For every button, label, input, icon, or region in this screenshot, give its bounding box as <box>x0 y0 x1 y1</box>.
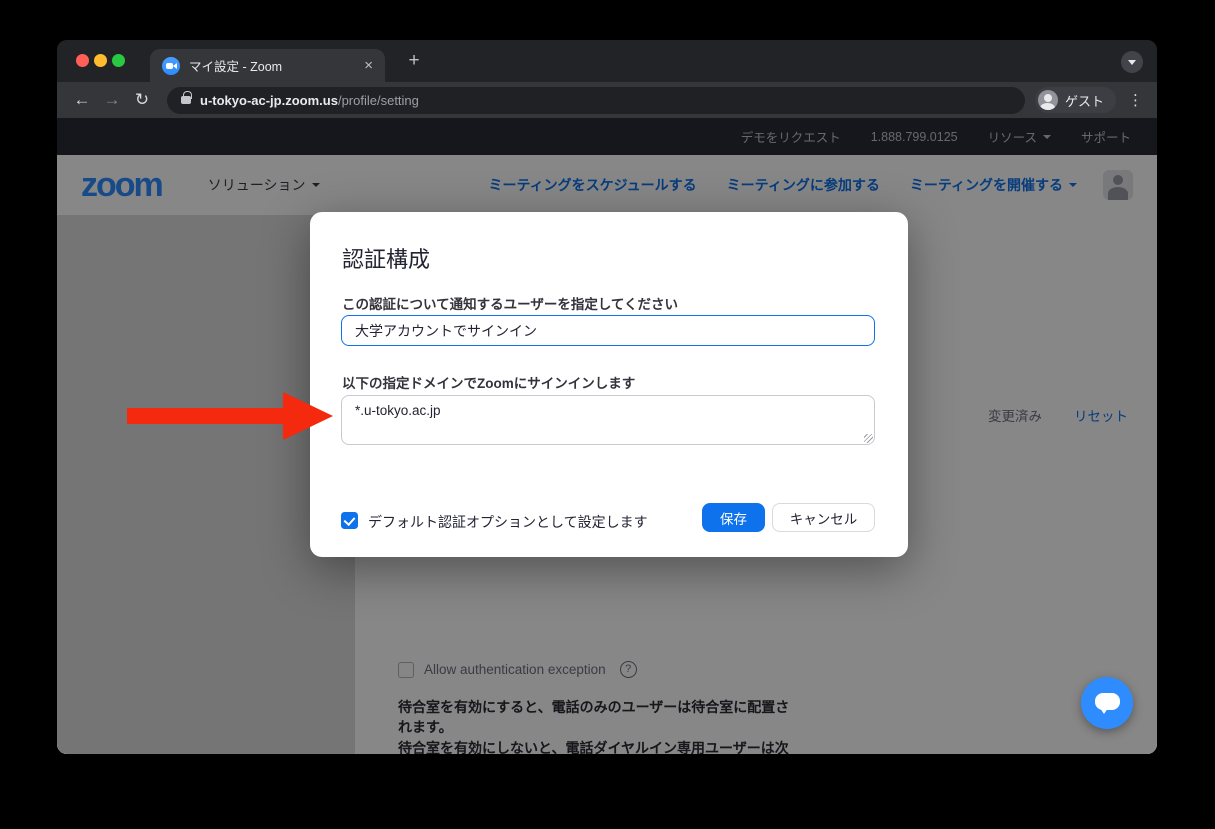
reload-button[interactable]: ↻ <box>127 90 157 110</box>
web-page: デモをリクエスト 1.888.799.0125 リソース サポート zoom ソ… <box>57 118 1157 754</box>
auth-name-label: この認証について通知するユーザーを指定してください <box>342 293 678 313</box>
auth-domain-textarea[interactable]: *.u-tokyo.ac.jp <box>341 395 875 445</box>
tab-title: マイ設定 - Zoom <box>189 56 356 75</box>
cancel-button[interactable]: キャンセル <box>772 503 875 532</box>
chat-bubble-icon <box>1095 693 1120 710</box>
tab-close-icon[interactable]: × <box>364 57 373 74</box>
save-button[interactable]: 保存 <box>702 503 765 532</box>
minimize-window-button[interactable] <box>94 54 107 67</box>
back-button[interactable]: ← <box>67 90 97 110</box>
lock-icon <box>181 96 191 104</box>
auth-config-dialog: 認証構成 この認証について通知するユーザーを指定してください 以下の指定ドメイン… <box>310 212 908 557</box>
maximize-window-button[interactable] <box>112 54 125 67</box>
guest-label: ゲスト <box>1065 91 1104 110</box>
close-window-button[interactable] <box>76 54 89 67</box>
auth-name-input[interactable] <box>341 315 875 346</box>
profile-button[interactable]: ゲスト <box>1035 87 1116 113</box>
default-auth-checkbox[interactable] <box>341 512 358 529</box>
dialog-title: 認証構成 <box>342 242 430 274</box>
address-bar[interactable]: u-tokyo-ac-jp.zoom.us/profile/setting <box>167 87 1025 114</box>
browser-window: マイ設定 - Zoom × + ← → ↻ u-tokyo-ac-jp.zoom… <box>57 40 1157 754</box>
url-domain: u-tokyo-ac-jp.zoom.us <box>200 93 338 108</box>
url-path: /profile/setting <box>338 93 419 108</box>
chat-widget-button[interactable] <box>1081 677 1133 729</box>
browser-tab[interactable]: マイ設定 - Zoom × <box>150 49 385 82</box>
auth-domain-label: 以下の指定ドメインでZoomにサインインします <box>342 372 635 392</box>
tab-search-button[interactable] <box>1121 51 1143 73</box>
chevron-down-icon <box>1128 60 1136 65</box>
browser-menu-button[interactable]: ⋮ <box>1128 91 1143 109</box>
default-auth-label: デフォルト認証オプションとして設定します <box>368 512 648 532</box>
annotation-arrow-head <box>283 392 333 440</box>
person-icon <box>1038 90 1058 110</box>
forward-button[interactable]: → <box>97 90 127 110</box>
zoom-favicon-icon <box>162 57 180 75</box>
browser-toolbar: ← → ↻ u-tokyo-ac-jp.zoom.us/profile/sett… <box>57 82 1157 118</box>
tab-strip: マイ設定 - Zoom × + <box>57 40 1157 82</box>
annotation-arrow <box>127 408 285 424</box>
new-tab-button[interactable]: + <box>403 50 425 72</box>
